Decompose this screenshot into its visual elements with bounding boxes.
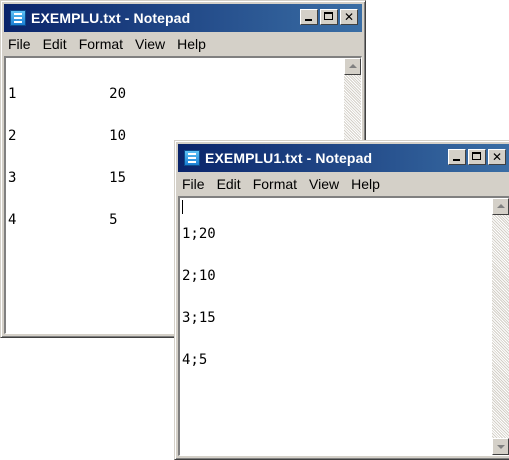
scroll-up-button[interactable] — [492, 198, 509, 215]
menu-help[interactable]: Help — [171, 36, 212, 52]
close-button[interactable]: ✕ — [488, 149, 506, 165]
window-controls: ✕ — [298, 9, 358, 25]
menu-bar: File Edit Format View Help — [178, 174, 509, 194]
menu-help[interactable]: Help — [345, 176, 386, 192]
window-controls: ✕ — [446, 149, 506, 165]
maximize-button[interactable] — [468, 149, 486, 165]
text-line: 4;5 — [182, 352, 208, 368]
editor-text[interactable]: 1;20 2;10 3;15 4;5 — [182, 199, 491, 455]
notepad-window-exemplu1[interactable]: EXEMPLU1.txt - Notepad ✕ File Edit Forma… — [174, 140, 509, 460]
menu-edit[interactable]: Edit — [211, 176, 247, 192]
text-line: 3;15 — [182, 310, 216, 326]
minimize-button[interactable] — [300, 9, 318, 25]
menu-format[interactable]: Format — [73, 36, 129, 52]
text-line: 1 20 — [8, 86, 127, 102]
minimize-button[interactable] — [448, 149, 466, 165]
notepad-icon — [184, 150, 200, 166]
notepad-icon — [10, 10, 26, 26]
title-bar[interactable]: EXEMPLU1.txt - Notepad ✕ — [178, 144, 509, 172]
menu-file[interactable]: File — [178, 176, 211, 192]
menu-edit[interactable]: Edit — [37, 36, 73, 52]
vertical-scrollbar[interactable] — [492, 198, 509, 455]
menu-bar: File Edit Format View Help — [4, 34, 362, 54]
menu-format[interactable]: Format — [247, 176, 303, 192]
menu-view[interactable]: View — [303, 176, 345, 192]
text-line: 2;10 — [182, 268, 216, 284]
text-line: 1;20 — [182, 226, 216, 242]
close-button[interactable]: ✕ — [340, 9, 358, 25]
maximize-button[interactable] — [320, 9, 338, 25]
window-title: EXEMPLU.txt - Notepad — [31, 10, 191, 26]
scroll-up-button[interactable] — [344, 58, 361, 75]
title-bar[interactable]: EXEMPLU.txt - Notepad ✕ — [4, 4, 362, 32]
scroll-down-button[interactable] — [492, 438, 509, 455]
window-title: EXEMPLU1.txt - Notepad — [205, 150, 373, 166]
text-editor[interactable]: 1;20 2;10 3;15 4;5 — [178, 196, 509, 456]
menu-file[interactable]: File — [4, 36, 37, 52]
menu-view[interactable]: View — [129, 36, 171, 52]
